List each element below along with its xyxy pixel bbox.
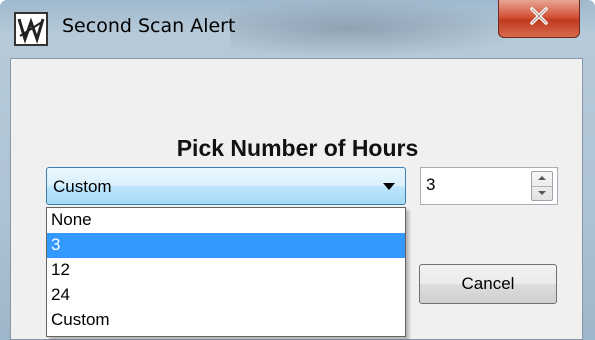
hours-combobox[interactable]: Custom — [46, 167, 406, 205]
window-title: Second Scan Alert — [62, 15, 236, 37]
dropdown-option-12[interactable]: 12 — [47, 258, 405, 283]
dropdown-option-24[interactable]: 24 — [47, 283, 405, 308]
dropdown-option-none[interactable]: None — [47, 208, 405, 233]
dropdown-option-custom[interactable]: Custom — [47, 308, 405, 333]
hours-dropdown-list: None 3 12 24 Custom — [46, 207, 406, 337]
spin-down-button[interactable] — [532, 186, 552, 200]
hours-spinner-value[interactable]: 3 — [426, 175, 435, 195]
arrow-up-icon — [538, 176, 546, 180]
cancel-button[interactable]: Cancel — [419, 264, 557, 304]
chevron-down-icon[interactable] — [383, 183, 395, 190]
hours-combobox-value: Custom — [53, 177, 112, 196]
spin-up-button[interactable] — [532, 172, 552, 187]
spinner-buttons — [531, 171, 553, 201]
close-button[interactable] — [498, 0, 580, 38]
app-logo-icon — [14, 12, 48, 46]
dialog-heading: Pick Number of Hours — [176, 135, 419, 161]
close-icon — [529, 7, 549, 30]
dropdown-option-3[interactable]: 3 — [47, 233, 405, 258]
hours-spinner[interactable]: 3 — [420, 167, 558, 205]
titlebar-glare — [230, 0, 530, 58]
arrow-down-icon — [538, 191, 546, 195]
